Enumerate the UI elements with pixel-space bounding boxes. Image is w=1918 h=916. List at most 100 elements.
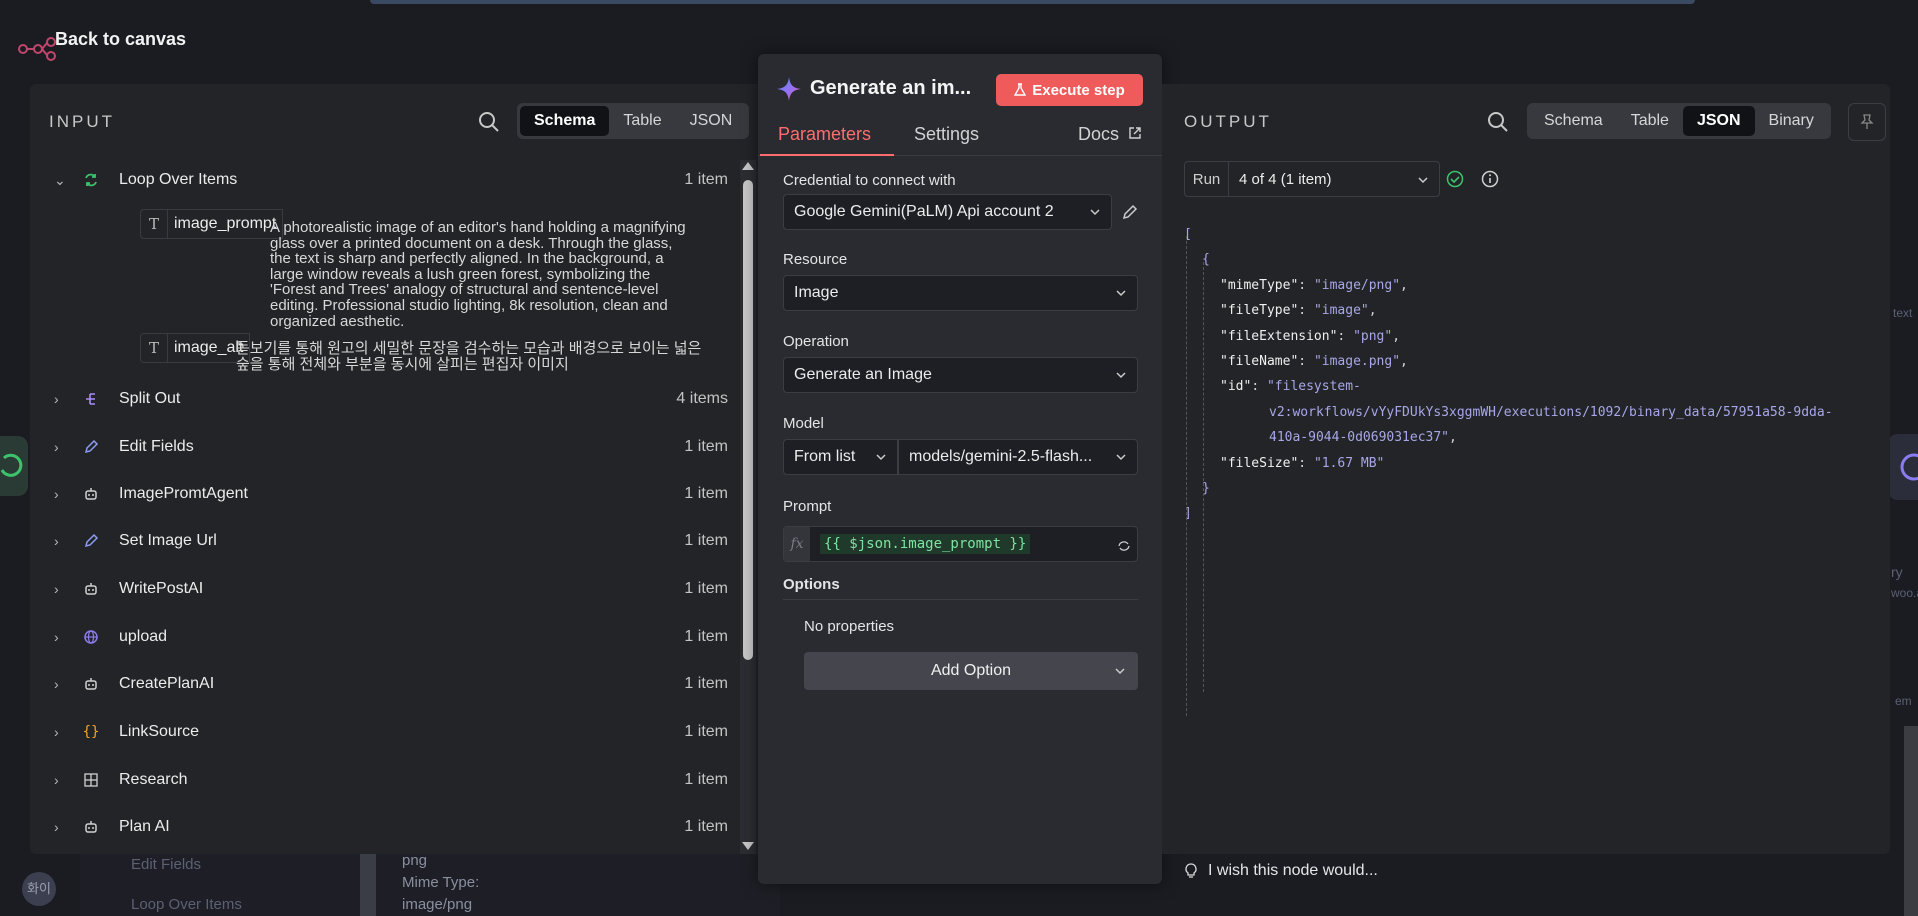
resource-label: Resource — [783, 251, 848, 268]
node-label: Set Image Url — [119, 532, 217, 549]
perplexity-icon — [81, 770, 101, 790]
input-tab-json[interactable]: JSON — [676, 106, 747, 136]
robot-icon — [81, 817, 101, 837]
expand-editor-icon[interactable] — [1117, 539, 1131, 553]
scroll-down-arrow-icon[interactable] — [742, 842, 754, 850]
credential-select[interactable]: Google Gemini(PaLM) Api account 2 — [783, 194, 1112, 230]
canvas-node-partial-right — [1888, 434, 1918, 500]
chevron-down-icon — [1116, 454, 1126, 461]
tab-settings[interactable]: Settings — [914, 124, 979, 145]
json-indent-guide — [1203, 262, 1204, 692]
canvas-top-bar — [370, 0, 1695, 4]
search-icon[interactable] — [478, 111, 500, 133]
tree-node-plan-ai[interactable]: › Plan AI 1 item — [30, 812, 730, 842]
tree-node-set-image-url[interactable]: › Set Image Url 1 item — [30, 526, 730, 556]
tree-node-research[interactable]: › Research 1 item — [30, 765, 730, 795]
output-tab-binary[interactable]: Binary — [1755, 106, 1828, 136]
input-tab-table[interactable]: Table — [609, 106, 675, 136]
output-tab-schema[interactable]: Schema — [1530, 106, 1617, 136]
node-label: LinkSource — [119, 723, 200, 740]
gemini-sparkle-icon — [777, 77, 801, 101]
output-tab-table[interactable]: Table — [1617, 106, 1683, 136]
chevron-right-icon[interactable]: › — [54, 439, 59, 455]
json-line-filename: "fileName": "image.png", — [1220, 354, 1408, 370]
pin-data-button[interactable] — [1848, 103, 1886, 141]
chevron-right-icon[interactable]: › — [54, 629, 59, 645]
node-label: Edit Fields — [119, 438, 194, 455]
active-tab-indicator — [760, 154, 894, 156]
json-open-bracket: [ — [1184, 227, 1192, 242]
avatar[interactable]: 화이 — [22, 872, 56, 906]
back-to-canvas-link[interactable]: Back to canvas — [55, 29, 186, 50]
operation-label: Operation — [783, 333, 849, 350]
feedback-text: I wish this node would... — [1208, 862, 1378, 879]
options-divider — [783, 599, 1138, 600]
braces-icon: {} — [82, 724, 100, 740]
chevron-right-icon[interactable]: › — [54, 486, 59, 502]
model-mode-select[interactable]: From list — [783, 439, 898, 475]
docs-label: Docs — [1078, 124, 1120, 144]
info-icon[interactable] — [1481, 170, 1499, 188]
tree-node-createplanai[interactable]: › CreatePlanAI 1 item — [30, 669, 730, 699]
tab-parameters[interactable]: Parameters — [778, 124, 871, 145]
prompt-label: Prompt — [783, 498, 832, 515]
execute-step-button[interactable]: Execute step — [996, 74, 1143, 106]
node-count: 1 item — [684, 675, 728, 692]
chevron-down-icon — [1115, 668, 1125, 675]
node-title[interactable]: Generate an im... — [810, 77, 971, 100]
add-option-button[interactable]: Add Option — [804, 652, 1138, 690]
scroll-up-arrow-icon[interactable] — [742, 162, 754, 170]
chevron-right-icon[interactable]: › — [54, 724, 59, 740]
chevron-right-icon[interactable]: › — [54, 819, 59, 835]
node-count: 1 item — [684, 485, 728, 502]
prompt-expression-input[interactable]: fx {{ $json.image_prompt }} — [783, 526, 1138, 562]
search-icon[interactable] — [1487, 111, 1509, 133]
loop-icon — [81, 170, 101, 190]
field-image-alt[interactable]: T image_alt — [140, 333, 251, 363]
model-select[interactable]: models/gemini-2.5-flash... — [898, 439, 1138, 475]
run-selector[interactable]: Run 4 of 4 (1 item) — [1184, 161, 1440, 197]
chevron-down-icon[interactable]: ⌄ — [54, 172, 66, 189]
fx-icon: fx — [784, 527, 810, 561]
tab-docs[interactable]: Docs — [1078, 124, 1142, 145]
json-line-id: "id": "filesystem- — [1220, 379, 1361, 395]
node-count: 1 item — [684, 723, 728, 740]
text-type-icon: T — [140, 333, 168, 363]
input-tab-schema[interactable]: Schema — [520, 106, 610, 136]
feedback-link[interactable]: I wish this node would... — [1184, 862, 1378, 880]
output-tab-json[interactable]: JSON — [1682, 106, 1755, 136]
node-count: 1 item — [684, 438, 728, 455]
edit-credential-pencil-icon[interactable] — [1121, 203, 1139, 221]
tree-node-loop-over-items[interactable]: ⌄ Loop Over Items 1 item — [30, 165, 730, 195]
chevron-right-icon[interactable]: › — [54, 676, 59, 692]
json-line-filetype: "fileType": "image", — [1220, 303, 1377, 319]
field-image-prompt[interactable]: T image_prompt — [140, 209, 284, 239]
external-link-icon — [1129, 127, 1141, 139]
chevron-right-icon[interactable]: › — [54, 581, 59, 597]
resource-select[interactable]: Image — [783, 275, 1138, 311]
node-settings-panel: Generate an im... Execute step Parameter… — [758, 54, 1162, 884]
tree-node-writepostai[interactable]: › WritePostAI 1 item — [30, 574, 730, 604]
tree-node-linksource[interactable]: › {} LinkSource 1 item — [30, 717, 730, 747]
chevron-right-icon[interactable]: › — [54, 772, 59, 788]
node-label: CreatePlanAI — [119, 675, 215, 692]
chevron-right-icon[interactable]: › — [54, 533, 59, 549]
chevron-right-icon[interactable]: › — [54, 391, 59, 407]
tree-node-edit-fields[interactable]: › Edit Fields 1 item — [30, 432, 730, 462]
node-count: 4 items — [676, 390, 728, 407]
bg-fragment: text — [1893, 306, 1913, 320]
output-title: OUTPUT — [1184, 112, 1272, 131]
json-line-id-cont: v2:workflows/vYyFDUkYs3xggmWH/executions… — [1269, 404, 1833, 420]
bg-item-edit-fields: Edit Fields — [131, 856, 202, 873]
scroll-thumb[interactable] — [743, 180, 753, 660]
chevron-down-icon — [1090, 209, 1100, 216]
page-scrollbar[interactable] — [1904, 726, 1918, 916]
tree-node-upload[interactable]: › upload 1 item — [30, 622, 730, 652]
node-label: WritePostAI — [119, 580, 204, 597]
input-scrollbar[interactable] — [740, 160, 756, 854]
globe-icon — [1900, 453, 1918, 481]
tree-node-imagepromtagent[interactable]: › ImagePromtAgent 1 item — [30, 479, 730, 509]
operation-select[interactable]: Generate an Image — [783, 357, 1138, 393]
tree-node-split-out[interactable]: › Split Out 4 items — [30, 384, 730, 414]
n8n-logo-icon — [18, 37, 56, 61]
